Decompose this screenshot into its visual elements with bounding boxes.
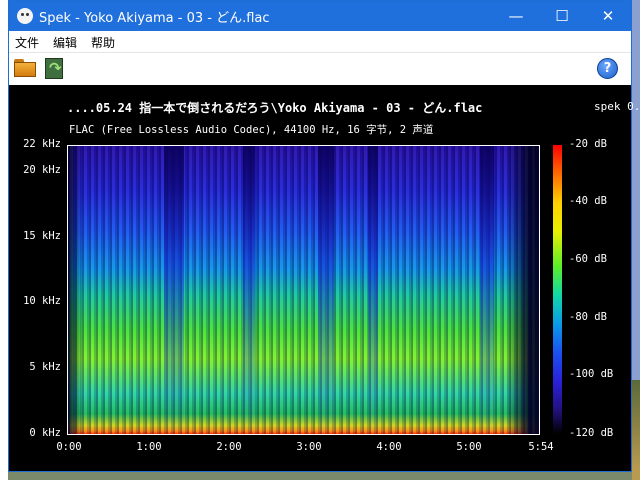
freq-label: 15 kHz xyxy=(23,230,61,242)
time-label: 2:00 xyxy=(216,441,242,453)
db-colorbar xyxy=(553,145,562,434)
folder-open-icon[interactable] xyxy=(14,59,36,77)
time-label: 1:00 xyxy=(136,441,162,453)
time-label: 4:00 xyxy=(376,441,402,453)
time-label: 3:00 xyxy=(296,441,322,453)
help-icon[interactable]: ? xyxy=(597,58,618,79)
toolbar: ↷ ? xyxy=(9,53,631,85)
time-label: 0:00 xyxy=(56,441,82,453)
x-axis-line xyxy=(67,434,540,435)
freq-label: 0 kHz xyxy=(29,427,61,439)
db-label: -120 dB xyxy=(569,427,614,439)
menu-bar: 文件 编辑 帮助 xyxy=(9,31,631,53)
desktop-background-right xyxy=(632,0,640,480)
menu-help[interactable]: 帮助 xyxy=(91,34,115,51)
time-label: 5:54 xyxy=(528,441,554,453)
menu-file[interactable]: 文件 xyxy=(15,34,39,51)
time-label: 5:00 xyxy=(456,441,482,453)
db-label: -60 dB xyxy=(569,253,607,265)
db-label: -20 dB xyxy=(569,138,607,150)
app-version: spek 0.8.2 xyxy=(594,100,640,113)
spek-app-icon xyxy=(17,8,33,24)
x-axis-line-top xyxy=(67,145,540,146)
spectrogram-canvas: ....05.24 指一本で倒されるだろう\Yoko Akiyama - 03 … xyxy=(9,85,640,471)
freq-label: 5 kHz xyxy=(29,361,61,373)
window-title: Spek - Yoko Akiyama - 03 - どん.flac xyxy=(39,11,270,26)
desktop-background-left xyxy=(0,0,8,480)
title-bar[interactable]: Spek - Yoko Akiyama - 03 - どん.flac — ☐ ✕ xyxy=(9,1,631,31)
db-label: -40 dB xyxy=(569,195,607,207)
file-info: FLAC (Free Lossless Audio Codec), 44100 … xyxy=(69,124,434,136)
menu-edit[interactable]: 编辑 xyxy=(53,34,77,51)
file-title: ....05.24 指一本で倒されるだろう\Yoko Akiyama - 03 … xyxy=(67,101,483,115)
y-axis-line xyxy=(67,145,68,435)
close-button[interactable]: ✕ xyxy=(585,1,631,31)
y-axis-line-right xyxy=(539,145,540,435)
freq-label: 10 kHz xyxy=(23,295,61,307)
spek-window: Spek - Yoko Akiyama - 03 - どん.flac — ☐ ✕… xyxy=(8,0,640,472)
maximize-button[interactable]: ☐ xyxy=(539,1,585,31)
spectrogram-plot xyxy=(68,145,539,434)
minimize-button[interactable]: — xyxy=(493,1,539,31)
db-label: -80 dB xyxy=(569,311,607,323)
freq-label: 20 kHz xyxy=(23,164,61,176)
freq-label: 22 kHz xyxy=(23,138,61,150)
db-label: -100 dB xyxy=(569,368,614,380)
save-icon[interactable]: ↷ xyxy=(45,58,65,79)
